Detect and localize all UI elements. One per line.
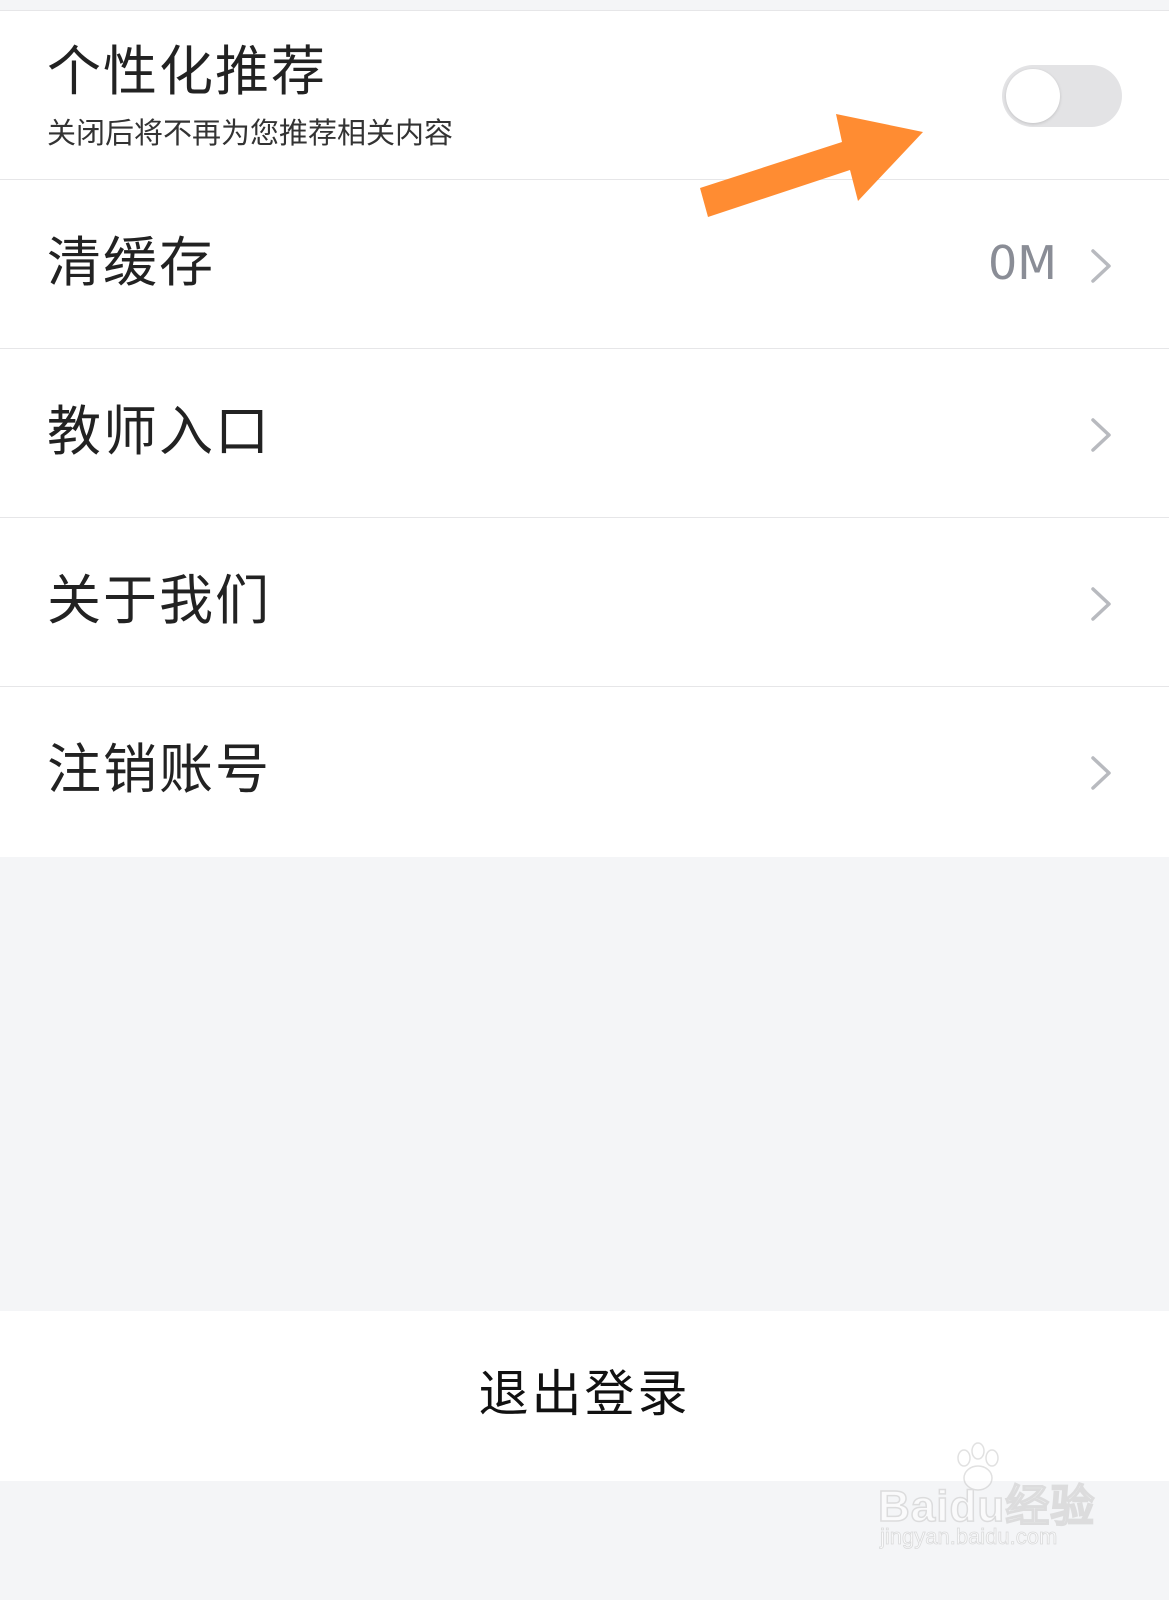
- toggle-knob: [1006, 69, 1060, 123]
- logout-label: 退出登录: [478, 1365, 691, 1423]
- personalized-recommendation-subtitle: 关闭后将不再为您推荐相关内容: [47, 116, 454, 150]
- setting-row-clear-cache[interactable]: 清缓存 0M: [0, 180, 1169, 349]
- chevron-right-icon: [1083, 584, 1117, 624]
- teacher-entry-title: 教师入口: [47, 400, 271, 463]
- clear-cache-title: 清缓存: [47, 231, 215, 294]
- watermark-url: jingyan.baidu.com: [880, 1524, 1058, 1550]
- logout-button[interactable]: 退出登录: [0, 1311, 1169, 1481]
- cache-size-value: 0M: [988, 236, 1057, 290]
- about-us-title: 关于我们: [47, 569, 271, 632]
- chevron-right-icon: [1083, 246, 1117, 286]
- personalized-recommendation-title: 个性化推荐: [47, 40, 327, 103]
- setting-row-personalized-recommendation: 个性化推荐 关闭后将不再为您推荐相关内容: [0, 11, 1169, 180]
- setting-row-teacher-entry[interactable]: 教师入口: [0, 349, 1169, 518]
- setting-row-about-us[interactable]: 关于我们: [0, 518, 1169, 687]
- settings-list: 个性化推荐 关闭后将不再为您推荐相关内容 清缓存 0M 教师入口 关于我们 注销…: [0, 10, 1169, 857]
- personalized-recommendation-toggle[interactable]: [1002, 65, 1122, 127]
- setting-row-delete-account[interactable]: 注销账号: [0, 687, 1169, 857]
- chevron-right-icon: [1083, 753, 1117, 793]
- chevron-right-icon: [1083, 415, 1117, 455]
- delete-account-title: 注销账号: [47, 738, 271, 801]
